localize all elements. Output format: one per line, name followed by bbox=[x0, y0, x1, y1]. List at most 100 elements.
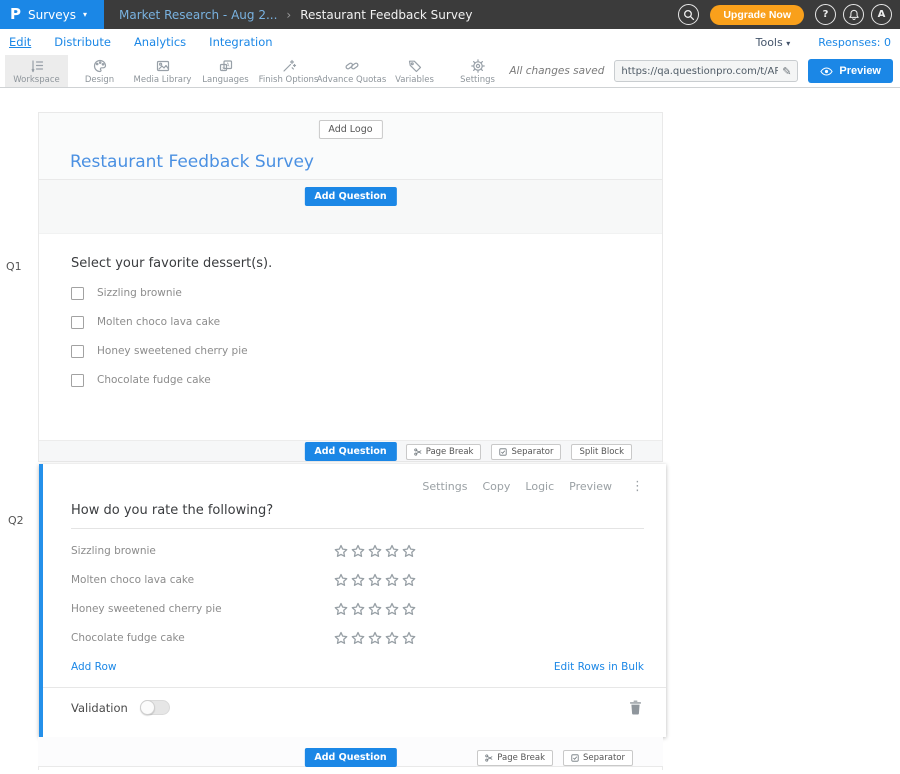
tab-edit[interactable]: Edit bbox=[9, 35, 31, 49]
edit-url-icon[interactable]: ✎ bbox=[782, 65, 791, 78]
checkbox[interactable] bbox=[71, 374, 84, 387]
gear-icon bbox=[470, 58, 486, 74]
save-status: All changes saved bbox=[509, 65, 604, 77]
toolbar-item-variables[interactable]: Variables bbox=[383, 55, 446, 87]
upgrade-now-button[interactable]: Upgrade Now bbox=[710, 5, 804, 25]
add-question-button-bottom[interactable]: Add Question bbox=[304, 748, 396, 767]
page-break-button[interactable]: Page Break bbox=[406, 444, 482, 460]
toolbar-item-workspace[interactable]: Workspace bbox=[5, 55, 68, 87]
star-icon[interactable] bbox=[351, 602, 365, 616]
chevron-down-icon: ▾ bbox=[786, 39, 790, 48]
preview-button[interactable]: Preview bbox=[808, 59, 893, 83]
tab-distribute[interactable]: Distribute bbox=[54, 35, 111, 49]
toolbar-right: All changes saved ✎ Preview bbox=[509, 55, 900, 87]
page-break-button[interactable]: Page Break bbox=[477, 750, 553, 766]
search-button[interactable] bbox=[678, 4, 699, 25]
edit-rows-in-bulk-link[interactable]: Edit Rows in Bulk bbox=[554, 661, 644, 673]
rating-row-label[interactable]: Chocolate fudge cake bbox=[71, 632, 334, 644]
q2-preview-button[interactable]: Preview bbox=[569, 480, 612, 493]
question-number-q2: Q2 bbox=[8, 514, 24, 527]
palette-icon bbox=[92, 58, 108, 74]
q2-settings-button[interactable]: Settings bbox=[422, 480, 467, 493]
toolbar-item-advance-quotas[interactable]: Advance Quotas bbox=[320, 55, 383, 87]
star-icon[interactable] bbox=[402, 573, 416, 587]
rating-row: Chocolate fudge cake bbox=[71, 631, 644, 645]
star-icon[interactable] bbox=[368, 544, 382, 558]
tab-analytics[interactable]: Analytics bbox=[134, 35, 186, 49]
survey-title[interactable]: Restaurant Feedback Survey bbox=[70, 152, 314, 172]
star-icon[interactable] bbox=[334, 631, 348, 645]
rating-row: Honey sweetened cherry pie bbox=[71, 602, 644, 616]
survey-url-input[interactable] bbox=[621, 66, 778, 77]
q2-logic-button[interactable]: Logic bbox=[525, 480, 554, 493]
q2-validation-row: Validation bbox=[43, 687, 666, 715]
q2-question-text[interactable]: How do you rate the following? bbox=[71, 503, 644, 529]
q2-copy-button[interactable]: Copy bbox=[483, 480, 511, 493]
star-icon[interactable] bbox=[334, 602, 348, 616]
add-row-link[interactable]: Add Row bbox=[71, 661, 117, 673]
checkbox[interactable] bbox=[71, 316, 84, 329]
tools-menu[interactable]: Tools ▾ bbox=[756, 36, 791, 49]
star-icon[interactable] bbox=[334, 573, 348, 587]
star-icon[interactable] bbox=[351, 631, 365, 645]
q1-question-text[interactable]: Select your favorite dessert(s). bbox=[71, 256, 662, 271]
add-question-button-mid[interactable]: Add Question bbox=[304, 442, 396, 461]
star-icon[interactable] bbox=[351, 573, 365, 587]
rating-row-label[interactable]: Honey sweetened cherry pie bbox=[71, 603, 334, 615]
svg-text:x: x bbox=[222, 66, 225, 71]
rating-row: Sizzling brownie bbox=[71, 544, 644, 558]
add-logo-button[interactable]: Add Logo bbox=[318, 120, 382, 139]
star-icon[interactable] bbox=[402, 631, 416, 645]
star-icon[interactable] bbox=[402, 544, 416, 558]
star-icon[interactable] bbox=[334, 544, 348, 558]
separator-button[interactable]: Separator bbox=[491, 444, 561, 460]
search-icon bbox=[683, 9, 695, 21]
star-icon[interactable] bbox=[351, 544, 365, 558]
rating-row-label[interactable]: Molten choco lava cake bbox=[71, 574, 334, 586]
toolbar-item-finish-options[interactable]: Finish Options bbox=[257, 55, 320, 87]
star-icon[interactable] bbox=[402, 602, 416, 616]
validation-toggle[interactable] bbox=[140, 700, 170, 715]
toolbar-item-languages[interactable]: A x Languages bbox=[194, 55, 257, 87]
breadcrumb-folder[interactable]: Market Research - Aug 2... bbox=[119, 8, 277, 22]
split-block-button[interactable]: Split Block bbox=[571, 444, 632, 460]
q1-option-label[interactable]: Chocolate fudge cake bbox=[97, 374, 211, 387]
tab-integration[interactable]: Integration bbox=[209, 35, 272, 49]
q1-option-row: Sizzling brownie bbox=[71, 287, 662, 300]
svg-text:A: A bbox=[225, 62, 229, 68]
checkbox[interactable] bbox=[71, 345, 84, 358]
star-icon[interactable] bbox=[368, 602, 382, 616]
star-icon[interactable] bbox=[385, 602, 399, 616]
surveys-menu[interactable]: P Surveys ▾ bbox=[0, 0, 104, 29]
breadcrumb-separator: › bbox=[286, 8, 291, 22]
question-block-q2-selected[interactable]: Settings Copy Logic Preview ⋮ How do you… bbox=[39, 464, 666, 737]
star-icon[interactable] bbox=[385, 573, 399, 587]
rating-row: Molten choco lava cake bbox=[71, 573, 644, 587]
image-icon bbox=[155, 58, 171, 74]
separator-button[interactable]: Separator bbox=[563, 750, 633, 766]
nav-right: Tools ▾ Responses: 0 bbox=[756, 36, 891, 49]
delete-question-button[interactable] bbox=[629, 700, 642, 715]
survey-url-box: ✎ bbox=[614, 60, 798, 82]
q1-option-label[interactable]: Sizzling brownie bbox=[97, 287, 182, 300]
star-icon[interactable] bbox=[368, 631, 382, 645]
responses-count[interactable]: Responses: 0 bbox=[818, 36, 891, 49]
toolbar-item-design[interactable]: Design bbox=[68, 55, 131, 87]
q1-option-label[interactable]: Honey sweetened cherry pie bbox=[97, 345, 248, 358]
star-icon[interactable] bbox=[385, 631, 399, 645]
star-icon[interactable] bbox=[385, 544, 399, 558]
help-button[interactable]: ? bbox=[815, 4, 836, 25]
rating-row-label[interactable]: Sizzling brownie bbox=[71, 545, 334, 557]
toolbar-item-settings[interactable]: Settings bbox=[446, 55, 509, 87]
q1-option-label[interactable]: Molten choco lava cake bbox=[97, 316, 220, 329]
checkbox[interactable] bbox=[71, 287, 84, 300]
kebab-menu-icon[interactable]: ⋮ bbox=[631, 479, 644, 494]
star-icon[interactable] bbox=[368, 573, 382, 587]
translate-icon: A x bbox=[218, 58, 234, 74]
star-rating bbox=[334, 573, 416, 587]
notifications-button[interactable] bbox=[843, 4, 864, 25]
separator-icon bbox=[499, 448, 507, 456]
account-avatar[interactable]: A bbox=[871, 4, 892, 25]
add-question-button-top[interactable]: Add Question bbox=[304, 187, 396, 206]
toolbar-item-media-library[interactable]: Media Library bbox=[131, 55, 194, 87]
